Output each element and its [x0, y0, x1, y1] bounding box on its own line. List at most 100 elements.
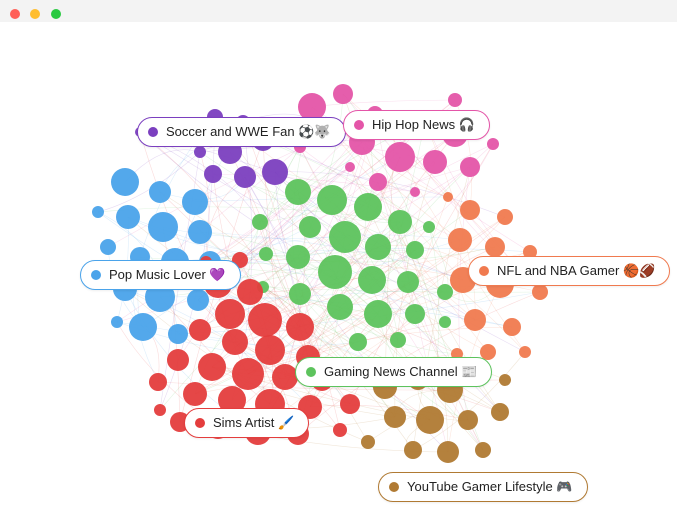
node-red[interactable] — [237, 279, 263, 305]
node-green[interactable] — [354, 193, 382, 221]
node-red[interactable] — [154, 404, 166, 416]
node-green[interactable] — [405, 304, 425, 324]
node-green[interactable] — [397, 271, 419, 293]
node-blue[interactable] — [92, 206, 104, 218]
node-red[interactable] — [232, 358, 264, 390]
node-green[interactable] — [289, 283, 311, 305]
node-purple[interactable] — [204, 165, 222, 183]
node-green[interactable] — [437, 284, 453, 300]
node-purple[interactable] — [234, 166, 256, 188]
node-pink[interactable] — [487, 138, 499, 150]
node-blue[interactable] — [149, 181, 171, 203]
cluster-label-nfl-nba[interactable]: NFL and NBA Gamer 🏀🏈 — [468, 256, 670, 286]
node-pink[interactable] — [423, 150, 447, 174]
node-brown[interactable] — [458, 410, 478, 430]
node-red[interactable] — [286, 313, 314, 341]
node-green[interactable] — [388, 210, 412, 234]
node-brown[interactable] — [404, 441, 422, 459]
node-red[interactable] — [255, 335, 285, 365]
node-orange[interactable] — [503, 318, 521, 336]
node-purple[interactable] — [262, 159, 288, 185]
node-blue[interactable] — [111, 316, 123, 328]
node-pink[interactable] — [369, 173, 387, 191]
node-green[interactable] — [349, 333, 367, 351]
node-green[interactable] — [285, 179, 311, 205]
node-red[interactable] — [340, 394, 360, 414]
node-red[interactable] — [248, 303, 282, 337]
edge — [312, 100, 455, 107]
cluster-label-soccer-wwe[interactable]: Soccer and WWE Fan ⚽🐺 — [137, 117, 346, 147]
node-orange[interactable] — [485, 237, 505, 257]
network-canvas[interactable]: Soccer and WWE Fan ⚽🐺 Hip Hop News 🎧 Pop… — [0, 22, 677, 522]
node-red[interactable] — [167, 349, 189, 371]
zoom-icon[interactable] — [51, 9, 61, 19]
node-blue[interactable] — [187, 289, 209, 311]
node-red[interactable] — [272, 364, 298, 390]
node-orange[interactable] — [448, 228, 472, 252]
node-green[interactable] — [439, 316, 451, 328]
node-brown[interactable] — [437, 441, 459, 463]
node-blue[interactable] — [100, 239, 116, 255]
node-green[interactable] — [364, 300, 392, 328]
node-brown[interactable] — [475, 442, 491, 458]
node-green[interactable] — [299, 216, 321, 238]
node-green[interactable] — [358, 266, 386, 294]
node-green[interactable] — [365, 234, 391, 260]
cluster-label-pop-music[interactable]: Pop Music Lover 💜 — [80, 260, 241, 290]
node-blue[interactable] — [111, 168, 139, 196]
node-green[interactable] — [390, 332, 406, 348]
node-pink[interactable] — [460, 157, 480, 177]
cluster-label-sims-artist[interactable]: Sims Artist 🖌️ — [184, 408, 309, 438]
node-brown[interactable] — [384, 406, 406, 428]
node-brown[interactable] — [499, 374, 511, 386]
cluster-label-gaming-news[interactable]: Gaming News Channel 📰 — [295, 357, 492, 387]
node-orange[interactable] — [497, 209, 513, 225]
node-green[interactable] — [406, 241, 424, 259]
node-blue[interactable] — [188, 220, 212, 244]
dot-icon — [306, 367, 316, 377]
node-green[interactable] — [327, 294, 353, 320]
cluster-label-text: YouTube Gamer Lifestyle 🎮 — [407, 479, 573, 494]
node-pink[interactable] — [385, 142, 415, 172]
cluster-label-youtube-gamer[interactable]: YouTube Gamer Lifestyle 🎮 — [378, 472, 588, 502]
node-green[interactable] — [423, 221, 435, 233]
node-pink[interactable] — [333, 84, 353, 104]
cluster-label-hiphop-news[interactable]: Hip Hop News 🎧 — [343, 110, 490, 140]
node-blue[interactable] — [168, 324, 188, 344]
node-green[interactable] — [318, 255, 352, 289]
node-red[interactable] — [333, 423, 347, 437]
node-orange[interactable] — [532, 284, 548, 300]
node-blue[interactable] — [182, 189, 208, 215]
node-green[interactable] — [259, 247, 273, 261]
node-orange[interactable] — [464, 309, 486, 331]
node-green[interactable] — [286, 245, 310, 269]
node-brown[interactable] — [416, 406, 444, 434]
node-pink[interactable] — [410, 187, 420, 197]
minimize-icon[interactable] — [30, 9, 40, 19]
node-blue[interactable] — [116, 205, 140, 229]
node-purple[interactable] — [194, 146, 206, 158]
node-orange[interactable] — [460, 200, 480, 220]
node-orange[interactable] — [443, 192, 453, 202]
node-red[interactable] — [189, 319, 211, 341]
node-green[interactable] — [317, 185, 347, 215]
node-red[interactable] — [222, 329, 248, 355]
dot-icon — [354, 120, 364, 130]
dot-icon — [195, 418, 205, 428]
cluster-label-text: Pop Music Lover 💜 — [109, 267, 226, 282]
node-red[interactable] — [183, 382, 207, 406]
node-brown[interactable] — [491, 403, 509, 421]
cluster-label-text: Gaming News Channel 📰 — [324, 364, 477, 379]
node-red[interactable] — [149, 373, 167, 391]
node-red[interactable] — [198, 353, 226, 381]
node-pink[interactable] — [345, 162, 355, 172]
node-red[interactable] — [215, 299, 245, 329]
node-brown[interactable] — [361, 435, 375, 449]
node-blue[interactable] — [148, 212, 178, 242]
node-orange[interactable] — [519, 346, 531, 358]
node-green[interactable] — [329, 221, 361, 253]
close-icon[interactable] — [10, 9, 20, 19]
node-blue[interactable] — [129, 313, 157, 341]
node-pink[interactable] — [448, 93, 462, 107]
node-green[interactable] — [252, 214, 268, 230]
